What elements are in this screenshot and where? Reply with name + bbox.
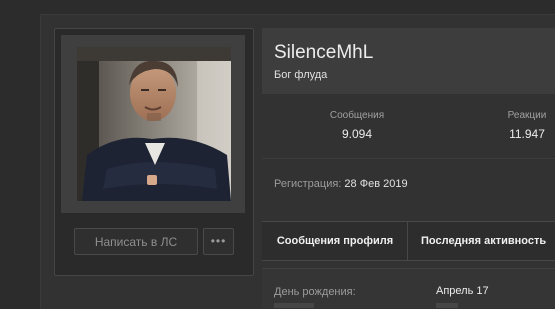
registration-info: Регистрация: 28 Фев 2019 [274, 178, 408, 190]
send-message-button[interactable]: Написать в ЛС [74, 228, 198, 255]
stats-divider [262, 158, 555, 159]
stat-messages-value[interactable]: 9.094 [317, 127, 397, 141]
stat-reactions-label: Реакции [507, 110, 547, 121]
username[interactable]: SilenceMhL [274, 42, 373, 64]
avatar[interactable] [77, 47, 231, 201]
next-detail-value [436, 303, 458, 308]
birthday-value: Апрель 17 [436, 285, 489, 297]
tab-profile-posts[interactable]: Сообщения профиля [262, 221, 408, 261]
stat-reactions-value[interactable]: 11.947 [494, 127, 555, 141]
more-actions-button[interactable]: ••• [203, 228, 234, 255]
tab-latest-activity[interactable]: Последняя активность [408, 221, 555, 261]
user-title: Бог флуда [274, 69, 328, 81]
stat-messages-label: Сообщения [329, 110, 385, 121]
registration-date: 28 Фев 2019 [344, 178, 408, 190]
birthday-label: День рождения: [274, 286, 356, 298]
next-detail-row [274, 303, 314, 308]
registration-label: Регистрация: [274, 178, 342, 190]
user-avatar-photo-icon [77, 47, 231, 201]
